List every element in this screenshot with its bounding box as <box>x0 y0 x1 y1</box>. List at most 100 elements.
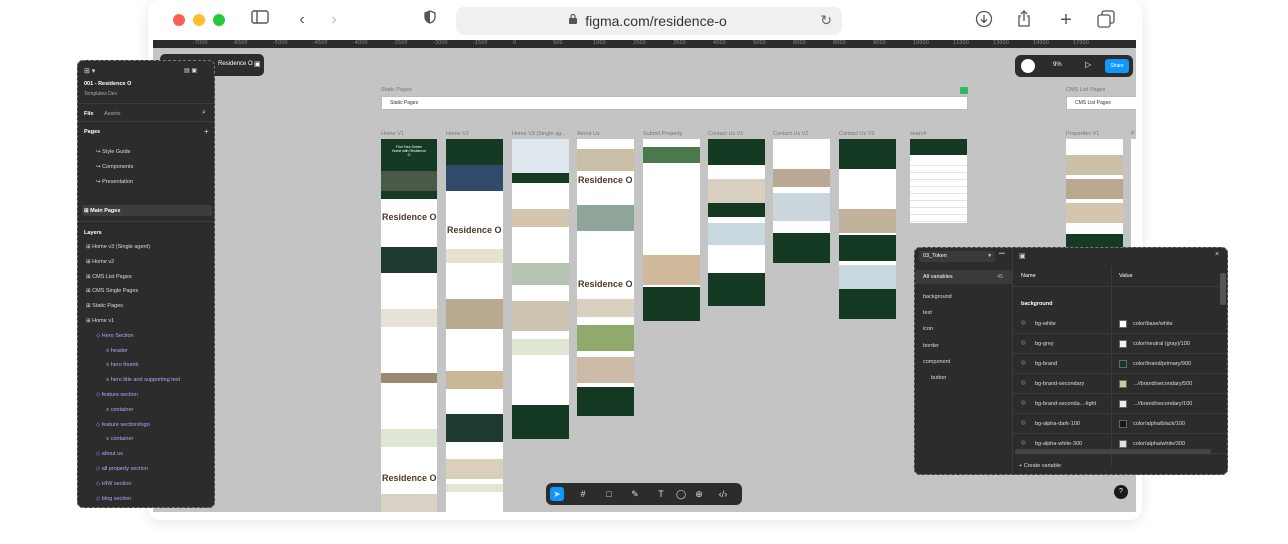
expand-icon[interactable]: ▣ <box>1019 252 1026 260</box>
color-swatch[interactable] <box>1119 420 1127 428</box>
figma-menu-icon[interactable]: ⊞ ▾ <box>84 67 95 75</box>
multiplayer-icon[interactable] <box>1021 59 1035 73</box>
frame-properties-v2[interactable] <box>1131 139 1136 249</box>
frame-label-p[interactable]: P <box>1131 131 1135 137</box>
variable-row[interactable]: ◎ bg-grey color/neutral (gray)/100 <box>1013 334 1227 354</box>
tab-file[interactable]: File <box>84 111 93 117</box>
close-icon[interactable]: × <box>1215 251 1219 258</box>
color-swatch[interactable] <box>1119 320 1127 328</box>
new-tab-icon[interactable]: + <box>1056 10 1076 30</box>
present-icon[interactable]: ▷ <box>1085 60 1091 69</box>
text-tool-icon[interactable]: T <box>654 487 668 501</box>
back-icon[interactable]: ‹ <box>294 10 310 30</box>
layer-item[interactable]: ◇ blog section <box>96 496 131 502</box>
frame-submit-property[interactable] <box>643 139 700 321</box>
layer-item[interactable]: ≡ hero thumb <box>106 362 139 368</box>
tabs-overview-icon[interactable] <box>1096 10 1116 30</box>
shape-tool-icon[interactable]: □ <box>602 487 616 501</box>
sidebar-icon[interactable] <box>250 10 270 30</box>
frame-label-home-v1[interactable]: Home V1 <box>381 131 404 137</box>
layer-item[interactable]: ◇ feature section <box>96 392 138 398</box>
layer-item[interactable]: ⊞ Home v2 <box>86 259 114 265</box>
variable-row[interactable]: ◎ bg-alpha-dark-100 color/alpha/black/100 <box>1013 414 1227 434</box>
move-tool-icon[interactable]: ➤ <box>550 487 564 501</box>
frame-label-properties-v1[interactable]: Properties V1 <box>1066 131 1099 137</box>
layer-item[interactable]: ⊞ CMS List Pages <box>86 274 132 280</box>
variable-value[interactable]: color/base/white <box>1133 321 1173 327</box>
panel-toggle-icon[interactable]: ▣ <box>254 60 261 68</box>
panel-icons[interactable]: ▤ ▣ <box>184 67 197 74</box>
layer-item[interactable]: ≡ header <box>106 348 128 354</box>
page-item-presentation[interactable]: ↪ Presentation <box>96 179 133 185</box>
layer-item[interactable]: ◇ all property section <box>96 466 148 472</box>
variable-value[interactable]: color/brand/primary/900 <box>1133 361 1191 367</box>
layer-item[interactable]: ◇ feature section/logo <box>96 422 150 428</box>
frame-home-v3[interactable] <box>512 139 569 439</box>
cms-list-bar[interactable]: CMS List Pages <box>1066 96 1136 110</box>
color-swatch[interactable] <box>1119 440 1127 448</box>
h-scrollbar[interactable] <box>1015 449 1211 454</box>
variable-row[interactable]: ◎ bg-brand-seconda...-light ...//brand/sec… <box>1013 394 1227 414</box>
pen-tool-icon[interactable]: ✎ <box>628 487 642 501</box>
scrollbar[interactable] <box>1220 273 1226 305</box>
variable-value[interactable]: color/alpha/white/300 <box>1133 441 1185 447</box>
download-icon[interactable] <box>974 10 994 30</box>
variable-group-item[interactable]: background <box>923 294 952 300</box>
actions-tool-icon[interactable]: ⊕ <box>692 487 706 501</box>
color-swatch[interactable] <box>1119 400 1127 408</box>
variable-value[interactable]: ...//brand/secondary/100 <box>1133 401 1192 407</box>
frame-label-home-v2[interactable]: Home V2 <box>446 131 469 137</box>
variable-group-item[interactable]: text <box>923 310 932 316</box>
frame-about-us[interactable]: Residence O Residence O <box>577 139 634 416</box>
color-swatch[interactable] <box>1119 340 1127 348</box>
variable-value[interactable]: ...//brand/secondary/500 <box>1133 381 1192 387</box>
comment-tool-icon[interactable]: ◯ <box>674 487 688 501</box>
variable-group-item[interactable]: border <box>923 343 939 349</box>
layer-item[interactable]: ⊞ Static Pages <box>86 303 123 309</box>
frame-label-search[interactable]: search <box>910 131 927 137</box>
variable-group-item[interactable]: component <box>923 359 950 365</box>
layer-item[interactable]: ≡ container <box>106 436 133 442</box>
layer-item[interactable]: ◇ about us <box>96 451 123 457</box>
page-item-components[interactable]: ↪ Components <box>96 164 133 170</box>
project-name[interactable]: 001 - Residence O <box>84 81 131 87</box>
frame-contact-v3[interactable] <box>839 139 896 319</box>
layer-item[interactable]: ⊞ Home v3 (Single agent) <box>86 244 150 250</box>
variable-group-item[interactable]: icon <box>923 326 933 332</box>
all-variables-item[interactable]: All variables 45 <box>915 270 1013 284</box>
page-item-style-guide[interactable]: ↪ Style Guide <box>96 149 131 155</box>
tab-assets[interactable]: Assets <box>104 111 121 117</box>
layer-item[interactable]: ◇ Hero Section <box>96 333 134 339</box>
frame-properties-v1[interactable] <box>1066 139 1123 264</box>
search-icon[interactable]: ⌕ <box>202 109 206 117</box>
dev-mode-icon[interactable]: ‹/› <box>716 487 730 501</box>
collection-select[interactable]: 03_Token ▾ <box>919 251 995 262</box>
share-button[interactable]: Share <box>1105 59 1129 73</box>
color-swatch[interactable] <box>1119 380 1127 388</box>
layer-item[interactable]: ≡ hero title and supporting text <box>106 377 180 383</box>
frame-contact-v1[interactable] <box>708 139 765 306</box>
frame-contact-v2[interactable] <box>773 139 830 263</box>
minimize-dot[interactable] <box>193 14 205 26</box>
variable-value[interactable]: color/alpha/black/100 <box>1133 421 1185 427</box>
reload-icon[interactable]: ↻ <box>820 12 832 29</box>
frame-label-home-v3[interactable]: Home V3 (Single ag... <box>512 131 566 137</box>
help-button[interactable]: ? <box>1114 485 1128 499</box>
maximize-dot[interactable] <box>213 14 225 26</box>
variable-value[interactable]: color/neutral (gray)/100 <box>1133 341 1190 347</box>
add-page-icon[interactable]: + <box>204 127 209 136</box>
frame-home-v2[interactable]: Residence O <box>446 139 503 512</box>
create-variable-button[interactable]: + Create variable <box>1019 463 1061 469</box>
frame-label-submit[interactable]: Submit Property <box>643 131 682 137</box>
layer-item[interactable]: ◇ HIW section <box>96 481 131 487</box>
color-swatch[interactable] <box>1119 360 1127 368</box>
more-icon[interactable]: ••• <box>999 251 1005 257</box>
layer-item[interactable]: ⊞ CMS Single Pages <box>86 288 138 294</box>
variable-row[interactable]: ◎ bg-brand color/brand/primary/900 <box>1013 354 1227 374</box>
frame-search[interactable] <box>910 139 967 223</box>
frame-label-contact-v3[interactable]: Contact Us V3 <box>839 131 874 137</box>
shield-icon[interactable] <box>422 10 438 30</box>
close-dot[interactable] <box>173 14 185 26</box>
static-pages-bar[interactable]: Static Pages <box>381 96 968 110</box>
variable-row[interactable]: ◎ bg-brand-secondary ...//brand/secondary/… <box>1013 374 1227 394</box>
